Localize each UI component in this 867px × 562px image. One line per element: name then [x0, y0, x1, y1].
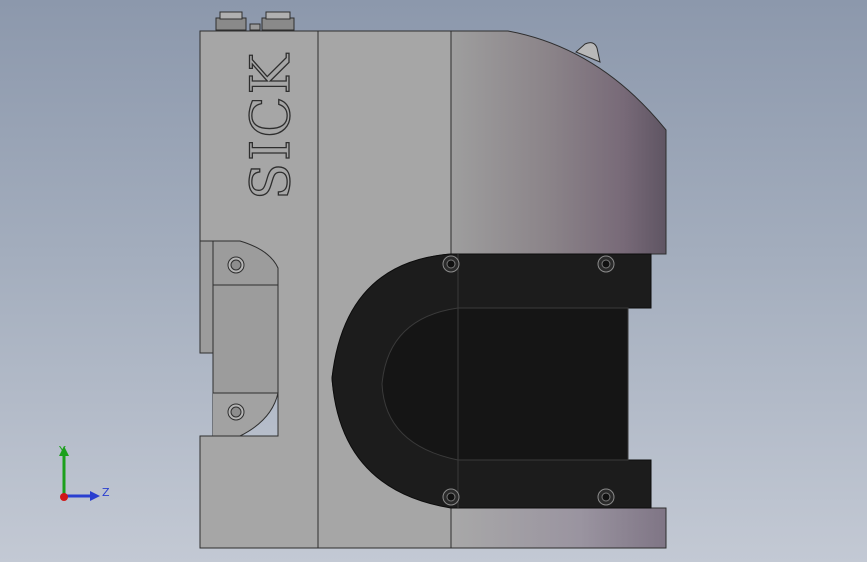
screw	[597, 255, 615, 273]
cad-viewport[interactable]: SICK	[0, 0, 867, 562]
screw	[597, 488, 615, 506]
screw	[442, 255, 460, 273]
optics-window	[331, 253, 652, 509]
y-axis-label: Y	[58, 444, 66, 457]
optics-cap	[450, 30, 667, 255]
screw	[442, 488, 460, 506]
brand-engraving: SICK	[239, 52, 302, 200]
z-axis-arrow-icon	[90, 491, 100, 501]
z-axis-label: Z	[102, 486, 110, 499]
x-axis-dot	[60, 493, 68, 501]
base-plate	[450, 507, 667, 549]
screw	[227, 256, 245, 274]
screw	[227, 403, 245, 421]
top-connectors	[215, 11, 295, 31]
axis-triad: Y Z	[58, 444, 110, 501]
